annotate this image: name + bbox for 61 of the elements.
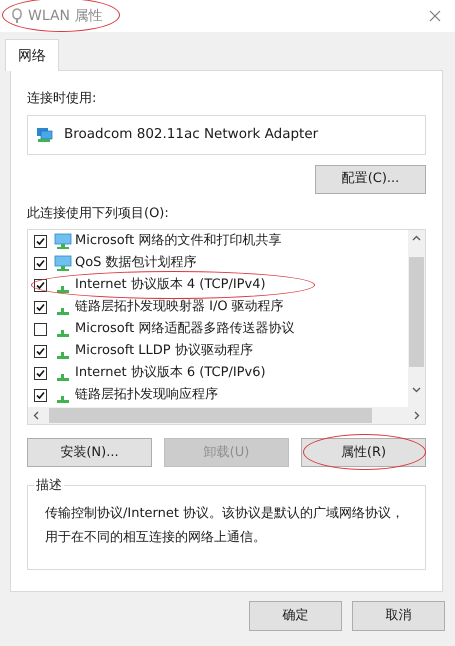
scroll-down-icon[interactable] [412, 387, 421, 393]
protocol-icon [57, 352, 69, 358]
checkbox[interactable] [34, 300, 47, 314]
scroll-left-icon[interactable] [33, 411, 39, 420]
vertical-scrollbar[interactable] [408, 230, 425, 407]
window-title: WLAN 属性 [28, 6, 102, 26]
component-item[interactable]: Internet 协议版本 4 (TCP/IPv4) [34, 274, 400, 296]
checkbox[interactable] [34, 344, 47, 358]
checkmark-icon [36, 258, 45, 268]
item-label: QoS 数据包计划程序 [75, 254, 197, 272]
section-label: 此连接使用下列项目(O): [27, 204, 170, 222]
network-service-icon [54, 233, 72, 249]
network-service-icon [54, 255, 72, 271]
network-adapter-icon [36, 126, 54, 142]
scroll-right-icon[interactable] [414, 411, 420, 420]
close-icon[interactable] [429, 10, 441, 22]
action-button[interactable]: 属性(R) [301, 438, 426, 467]
description-text: 传输控制协议/Internet 协议。该协议是默认的广域网络协议，用于在不同的相互连接的网络上通信。 [45, 505, 406, 547]
scroll-thumb[interactable] [409, 257, 424, 367]
adapter-field: Broadcom 802.11ac Network Adapter [27, 114, 426, 154]
configure-button[interactable]: 配置(C)... [315, 164, 426, 194]
checkbox[interactable] [34, 234, 47, 248]
checkmark-icon [36, 368, 45, 378]
checkbox[interactable] [34, 366, 47, 380]
protocol-icon [57, 330, 69, 336]
component-item[interactable]: 链路层拓扑发现响应程序 [34, 384, 400, 406]
protocol-icon [57, 308, 69, 314]
checkbox[interactable] [34, 256, 47, 270]
horizontal-scrollbar[interactable] [28, 407, 425, 424]
item-label: Microsoft 网络的文件和打印机共享 [75, 232, 282, 250]
component-item[interactable]: Internet 协议版本 6 (TCP/IPv6) [34, 362, 400, 384]
checkmark-icon [36, 390, 45, 400]
tab[interactable]: 网络 [5, 39, 59, 71]
component-item[interactable]: Microsoft LLDP 协议驱动程序 [34, 340, 400, 362]
checkbox[interactable] [34, 322, 47, 336]
action-button[interactable]: 安装(N)... [27, 438, 152, 467]
component-item[interactable]: 链路层拓扑发现映射器 I/O 驱动程序 [34, 296, 400, 318]
component-item[interactable]: Microsoft 网络适配器多路传送器协议 [34, 318, 400, 340]
item-label: 链路层拓扑发现响应程序 [75, 386, 218, 404]
item-label: 链路层拓扑发现映射器 I/O 驱动程序 [75, 298, 284, 316]
scroll-thumb[interactable] [49, 408, 372, 423]
item-label: Microsoft 网络适配器多路传送器协议 [75, 320, 294, 338]
item-label: Internet 协议版本 4 (TCP/IPv4) [75, 276, 266, 294]
item-label: Microsoft LLDP 协议驱动程序 [75, 342, 253, 360]
scroll-up-icon[interactable] [412, 235, 421, 241]
component-item[interactable]: QoS 数据包计划程序 [34, 252, 400, 274]
protocol-icon [57, 374, 69, 380]
dialog-button[interactable]: 取消 [352, 601, 445, 631]
checkbox[interactable] [34, 278, 47, 292]
dialog-button[interactable]: 确定 [249, 601, 342, 631]
wifi-adapter-icon [12, 8, 22, 24]
component-item[interactable]: Microsoft 网络的文件和打印机共享 [34, 230, 400, 252]
item-label: Internet 协议版本 6 (TCP/IPv6) [75, 364, 266, 382]
checkmark-icon [36, 302, 45, 312]
checkmark-icon [36, 236, 45, 246]
section-label: 连接时使用: [27, 90, 98, 108]
checkmark-icon [36, 346, 45, 356]
protocol-icon [57, 286, 69, 292]
checkmark-icon [36, 280, 45, 290]
protocol-icon [57, 396, 69, 402]
checkbox[interactable] [34, 388, 47, 402]
